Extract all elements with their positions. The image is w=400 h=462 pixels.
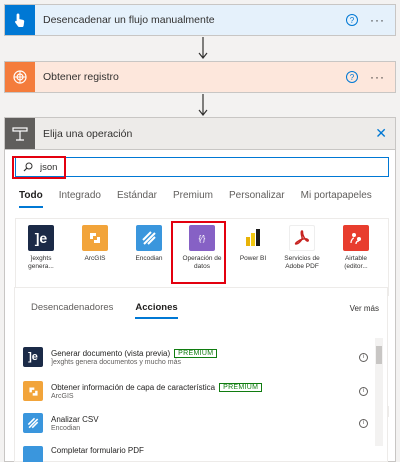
connector-label: Airtable — [344, 255, 368, 262]
tab-personalizar[interactable]: Personalizar — [229, 190, 285, 208]
encodian-icon — [23, 446, 43, 462]
help-icon[interactable]: ? — [346, 71, 358, 83]
connector-airtable[interactable]: Airtable (editor... — [330, 225, 382, 271]
powerbi-icon — [240, 225, 266, 251]
step-get-record[interactable]: Obtener registro ? ··· — [4, 61, 396, 93]
connector-label: ]exghts — [30, 255, 52, 262]
action-tabs: Desencadenadores Acciones — [31, 302, 200, 319]
touch-hand-icon — [5, 5, 35, 35]
connector-arrow-icon — [198, 94, 208, 116]
search-box[interactable] — [15, 157, 389, 177]
encodian-icon — [23, 413, 43, 433]
more-options-icon[interactable]: ··· — [370, 70, 385, 84]
tab-integrado[interactable]: Integrado — [59, 190, 101, 208]
connector-jexghts[interactable]: ]e ]exghts genera... — [18, 225, 64, 271]
connector-label: Servicios de — [284, 255, 320, 262]
action-row[interactable]: Obtener información de capa de caracterí… — [23, 376, 368, 406]
action-connector: ]exghts genera documentos y mucho más — [51, 358, 181, 366]
connector-label: (editor... — [344, 263, 368, 270]
tab-mi-portapapeles[interactable]: Mi portapapeles — [301, 190, 372, 208]
highlight-box — [12, 156, 66, 179]
action-row[interactable]: Completar formulario PDF — [23, 446, 368, 462]
step-manual-trigger[interactable]: Desencadenar un flujo manualmente ? ··· — [4, 4, 396, 36]
connector-label: Adobe PDF — [285, 263, 319, 270]
action-row[interactable]: Analizar CSV Encodian i — [23, 408, 368, 438]
connector-arrow-icon — [198, 37, 208, 59]
connector-encodian[interactable]: Encodian — [126, 225, 172, 263]
tab-estandar[interactable]: Estándar — [117, 190, 157, 208]
premium-badge: PREMIUM — [174, 348, 218, 358]
tab-premium[interactable]: Premium — [173, 190, 213, 208]
more-options-icon[interactable]: ··· — [370, 13, 385, 27]
operation-icon — [5, 118, 35, 149]
globe-icon — [5, 62, 35, 92]
info-icon[interactable]: i — [359, 352, 368, 362]
jexghts-icon: ]e — [23, 347, 43, 367]
connector-label: Encodian — [135, 255, 163, 262]
connector-label: ArcGIS — [84, 255, 106, 262]
premium-badge: PREMIUM — [219, 382, 263, 392]
scrollbar[interactable] — [375, 338, 383, 446]
action-name: Obtener información de capa de caracterí… — [51, 382, 216, 392]
connector-label: genera... — [28, 263, 54, 270]
scrollbar-thumb[interactable] — [376, 346, 382, 364]
action-connector: Encodian — [51, 424, 81, 432]
arcgis-icon — [23, 381, 43, 401]
step-title: Desencadenar un flujo manualmente — [43, 14, 215, 26]
close-icon[interactable]: ✕ — [375, 125, 387, 142]
encodian-icon — [136, 225, 162, 251]
highlight-box — [171, 221, 226, 284]
tab-acciones[interactable]: Acciones — [135, 302, 178, 319]
connector-label: Power BI — [239, 255, 267, 262]
jexghts-icon: ]e — [28, 225, 54, 251]
panel-title: Elija una operación — [43, 127, 133, 140]
arcgis-icon — [82, 225, 108, 251]
info-icon[interactable]: i — [359, 418, 368, 428]
see-more-link[interactable]: Ver más — [350, 304, 379, 313]
action-name: Completar formulario PDF — [51, 446, 144, 455]
category-tabs: Todo Integrado Estándar Premium Personal… — [19, 190, 388, 208]
connector-adobe-pdf[interactable]: Servicios de Adobe PDF — [276, 225, 328, 271]
action-row[interactable]: ]e Generar documento (vista previa) PREMI… — [23, 342, 368, 372]
tab-todo[interactable]: Todo — [19, 190, 43, 208]
actions-list: Desencadenadores Acciones Ver más ]e Gen… — [14, 287, 388, 462]
connector-powerbi[interactable]: Power BI — [230, 225, 276, 263]
step-title: Obtener registro — [43, 71, 119, 83]
tab-desencadenadores[interactable]: Desencadenadores — [31, 302, 113, 319]
panel-header: Elija una operación ✕ — [5, 118, 395, 150]
action-name: Analizar CSV — [51, 414, 99, 424]
connector-arcgis[interactable]: ArcGIS — [72, 225, 118, 263]
flow-designer: Desencadenar un flujo manualmente ? ··· … — [0, 0, 400, 462]
airtable-icon — [343, 225, 369, 251]
search-input[interactable] — [40, 160, 340, 174]
action-connector: ArcGIS — [51, 392, 74, 400]
info-icon[interactable]: i — [359, 386, 368, 396]
action-name: Generar documento (vista previa) — [51, 348, 171, 358]
adobe-pdf-icon — [289, 225, 315, 251]
help-icon[interactable]: ? — [346, 14, 358, 26]
